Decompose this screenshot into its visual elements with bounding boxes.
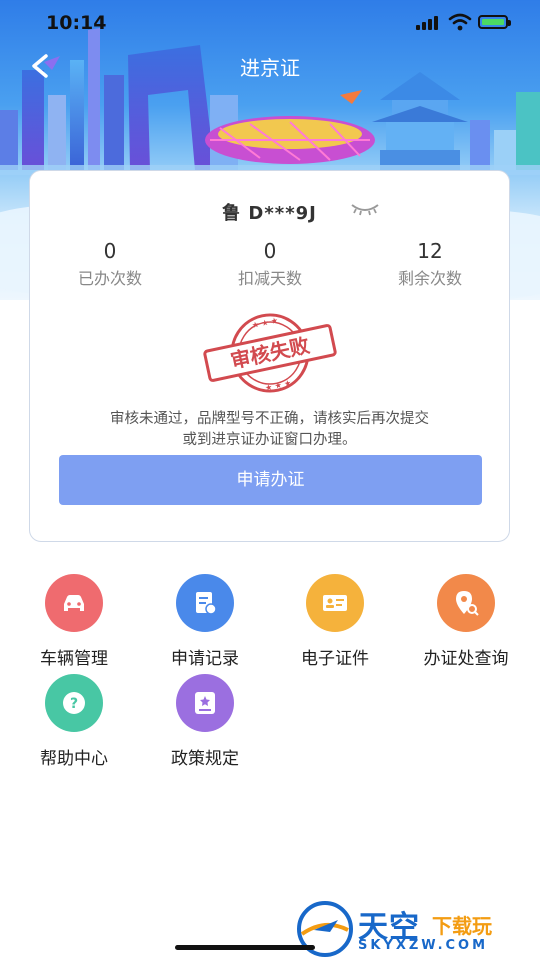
license-plate: 鲁 D***9J [222,203,317,224]
cellular-signal-icon [416,16,442,30]
review-failed-stamp: ★ ★ ★ ★ ★ ★ 审核失败 [203,313,337,393]
menu-item-application-records[interactable]: 申请记录 [140,574,270,669]
stat-label: 剩余次数 [397,269,462,288]
apply-permit-button[interactable]: 申请办证 [59,455,482,505]
menu-item-label: 帮助中心 [40,749,108,769]
stat-remaining-count: 12 剩余次数 [350,239,509,289]
location-search-icon [437,574,495,632]
menu-item-help-center[interactable]: ? 帮助中心 [9,674,139,769]
menu-item-label: 申请记录 [171,649,239,669]
permit-status-card: 鲁 D***9J 0 已办次数 0 扣减天数 12 剩余次数 ★ ★ ★ ★ ★… [29,170,510,542]
id-card-icon [306,574,364,632]
menu-item-policy-rules[interactable]: 政策规定 [140,674,270,769]
navigation-bar: 进京证 [0,46,540,86]
status-bar: 10:14 [0,0,540,46]
document-icon [176,574,234,632]
policy-book-icon [176,674,234,732]
review-message-line: 或到进京证办证窗口办理。 [182,432,357,448]
review-message: 审核未通过，品牌型号不正确，请核实后再次提交 或到进京证办证窗口办理。 [30,409,509,451]
menu-item-label: 政策规定 [171,749,239,769]
menu-item-label: 车辆管理 [40,649,108,669]
menu-item-label: 电子证件 [301,649,369,669]
stat-label: 扣减天数 [237,269,302,288]
help-icon: ? [45,674,103,732]
stat-value: 12 [417,239,443,263]
watermark-url: SKYXZW.COM [358,938,489,953]
stat-label: 已办次数 [77,269,142,288]
home-indicator[interactable] [175,945,315,950]
battery-icon [478,15,511,29]
stat-value: 0 [263,239,277,263]
site-watermark: 天空 下载玩 SKYXZW.COM [296,900,536,960]
wifi-icon [448,13,472,31]
menu-item-label: 办证处查询 [423,649,509,669]
page-title: 进京证 [240,56,300,80]
car-icon [45,574,103,632]
review-message-line: 审核未通过，品牌型号不正确，请核实后再次提交 [110,411,429,427]
menu-item-vehicle-management[interactable]: 车辆管理 [9,574,139,669]
status-time: 10:14 [46,12,107,34]
menu-item-office-lookup[interactable]: 办证处查询 [401,574,531,669]
svg-text:?: ? [70,696,78,712]
stat-deducted-days: 0 扣减天数 [190,239,350,289]
stat-value: 0 [103,239,117,263]
stat-processed-count: 0 已办次数 [30,239,190,289]
watermark-tag: 下载玩 [432,914,492,938]
eye-closed-icon[interactable] [350,201,380,217]
menu-item-electronic-certificate[interactable]: 电子证件 [270,574,400,669]
